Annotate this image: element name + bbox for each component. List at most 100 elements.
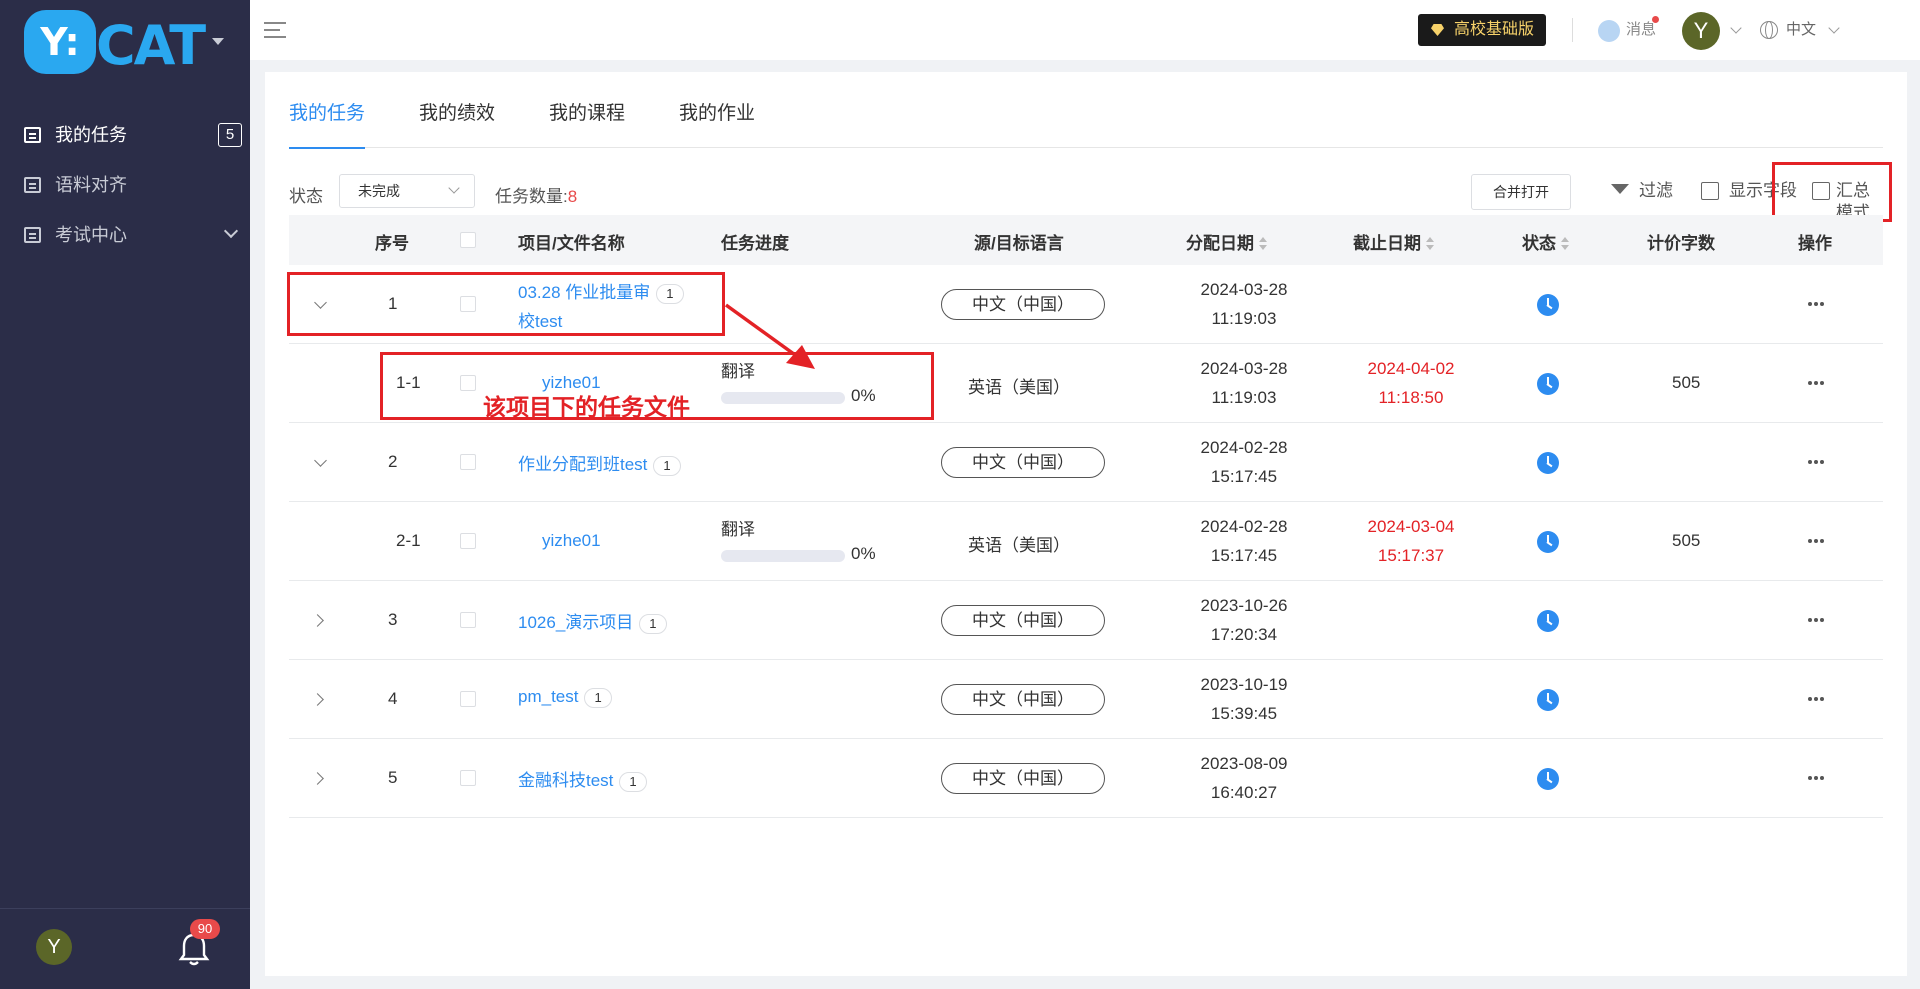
row-checkbox[interactable] <box>460 533 476 549</box>
time-text: 17:20:34 <box>1210 625 1278 644</box>
menu-toggle-icon[interactable] <box>264 22 286 40</box>
task-count-label: 任务数量: <box>495 187 568 206</box>
project-name-link[interactable]: 作业分配到班test 1 <box>518 450 681 476</box>
tab-my-tasks[interactable]: 我的任务 <box>289 98 366 149</box>
chevron-right-icon[interactable] <box>311 693 324 706</box>
project-name-link[interactable]: 1026_演示项目 1 <box>518 608 667 634</box>
edition-badge[interactable]: 高校基础版 <box>1418 14 1547 46</box>
tab-my-courses[interactable]: 我的课程 <box>549 98 625 148</box>
user-bubble-icon <box>1598 20 1620 42</box>
avatar[interactable]: Y <box>36 929 72 965</box>
globe-icon <box>1760 21 1778 39</box>
row-checkbox[interactable] <box>460 612 476 628</box>
filter-button[interactable]: 过滤 <box>1611 180 1673 202</box>
col-progress: 任务进度 <box>721 234 789 253</box>
sidebar-item-label: 我的任务 <box>55 125 127 145</box>
fields-icon <box>1701 182 1719 200</box>
row-index: 3 <box>388 610 398 629</box>
table-row[interactable]: 2 作业分配到班test 1 中文（中国） 2024-02-28 15:17:45 <box>289 423 1883 502</box>
sort-icon <box>1259 237 1267 251</box>
sidebar-nav: 我的任务 5 语料对齐 考试中心 <box>0 110 250 260</box>
col-due-date[interactable]: 截止日期 <box>1353 229 1434 254</box>
col-name: 项目/文件名称 <box>518 234 625 253</box>
col-language: 源/目标语言 <box>974 234 1064 253</box>
word-count: 505 <box>1672 373 1701 392</box>
file-name-link[interactable]: yizhe01 <box>542 531 601 551</box>
more-icon[interactable] <box>1808 460 1824 464</box>
chevron-down-icon[interactable] <box>1828 22 1840 34</box>
project-name-link[interactable]: 金融科技test 1 <box>518 766 647 792</box>
col-due-date-label: 截止日期 <box>1353 234 1421 253</box>
task-count: 任务数量:8 <box>495 182 577 207</box>
progress-stage: 翻译 <box>721 520 755 539</box>
due-date: 2024-03-04 15:17:37 <box>1351 512 1471 570</box>
tab-my-performance[interactable]: 我的绩效 <box>419 98 495 148</box>
tab-my-homework[interactable]: 我的作业 <box>679 98 755 148</box>
clock-icon <box>1537 294 1559 316</box>
diamond-icon <box>1431 24 1444 36</box>
chevron-down-icon[interactable] <box>314 454 327 467</box>
chevron-right-icon[interactable] <box>311 772 324 785</box>
file-count-pill: 1 <box>653 455 681 476</box>
project-name-link[interactable]: pm_test 1 <box>518 687 612 708</box>
sidebar-item-my-tasks[interactable]: 我的任务 5 <box>0 110 250 160</box>
user-avatar[interactable]: Y <box>1682 12 1720 50</box>
logo-text: CAT <box>96 14 206 77</box>
status-select-value: 未完成 <box>358 183 400 199</box>
language-switcher[interactable]: 中文 <box>1760 16 1816 44</box>
row-checkbox[interactable] <box>460 454 476 470</box>
table-header: 序号 项目/文件名称 任务进度 源/目标语言 分配日期 截止日期 状态 计价字数… <box>289 215 1883 265</box>
col-assigned-date[interactable]: 分配日期 <box>1186 229 1267 254</box>
row-checkbox[interactable] <box>460 770 476 786</box>
more-icon[interactable] <box>1808 776 1824 780</box>
file-count-pill: 1 <box>639 613 667 634</box>
caret-down-icon[interactable] <box>212 38 224 45</box>
sidebar-item-exam-center[interactable]: 考试中心 <box>0 210 250 260</box>
more-icon[interactable] <box>1808 381 1824 385</box>
due-date: 2024-04-02 11:18:50 <box>1351 354 1471 412</box>
more-icon[interactable] <box>1808 539 1824 543</box>
col-actions: 操作 <box>1798 234 1832 253</box>
filter-icon <box>1611 182 1629 200</box>
date-text: 2024-04-02 <box>1367 359 1455 378</box>
col-status[interactable]: 状态 <box>1522 229 1569 254</box>
messages-button[interactable]: 消息 <box>1598 16 1659 44</box>
more-icon[interactable] <box>1808 697 1824 701</box>
chevron-down-icon <box>448 182 460 194</box>
status-filter-label: 状态 <box>289 187 323 206</box>
project-name-text: 1026_演示项目 <box>518 613 634 632</box>
sort-icon <box>1561 237 1569 251</box>
sidebar-item-corpus-alignment[interactable]: 语料对齐 <box>0 160 250 210</box>
date-text: 2023-08-09 <box>1200 754 1288 773</box>
ycat-logo[interactable]: Y: CAT <box>24 10 234 78</box>
language-pill: 中文（中国） <box>941 763 1105 794</box>
annotation-arrow-icon <box>724 303 815 369</box>
select-all-checkbox[interactable] <box>460 232 476 248</box>
task-icon <box>24 127 41 143</box>
status-select[interactable]: 未完成 <box>339 174 475 208</box>
date-text: 2024-03-28 <box>1200 280 1288 299</box>
chevron-right-icon[interactable] <box>311 614 324 627</box>
time-text: 15:17:37 <box>1377 546 1445 565</box>
date-text: 2024-03-28 <box>1200 359 1288 378</box>
language-pill: 中文（中国） <box>941 684 1105 715</box>
assigned-date: 2023-10-26 17:20:34 <box>1184 591 1304 649</box>
table-row[interactable]: 5 金融科技test 1 中文（中国） 2023-08-09 16:40:27 <box>289 739 1883 818</box>
project-name-text: 作业分配到班test <box>518 455 648 474</box>
edition-label: 高校基础版 <box>1454 21 1535 38</box>
time-text: 15:17:45 <box>1210 467 1278 486</box>
table-row[interactable]: 3 1026_演示项目 1 中文（中国） 2023-10-26 17:20:34 <box>289 581 1883 660</box>
table-row[interactable]: 2-1 yizhe01 翻译 0% 英语（美国） 2024-02-28 15:1… <box>289 502 1883 581</box>
merge-open-button[interactable]: 合并打开 <box>1471 174 1571 210</box>
file-count-pill: 1 <box>619 771 647 792</box>
table-row[interactable]: 4 pm_test 1 中文（中国） 2023-10-19 15:39:45 <box>289 660 1883 739</box>
row-index: 2-1 <box>396 531 421 550</box>
col-status-label: 状态 <box>1522 234 1556 253</box>
more-icon[interactable] <box>1808 302 1824 306</box>
row-checkbox[interactable] <box>460 691 476 707</box>
col-index: 序号 <box>375 234 409 253</box>
time-text: 15:17:45 <box>1210 546 1278 565</box>
word-count: 505 <box>1672 531 1701 550</box>
chevron-down-icon[interactable] <box>1730 22 1742 34</box>
more-icon[interactable] <box>1808 618 1824 622</box>
